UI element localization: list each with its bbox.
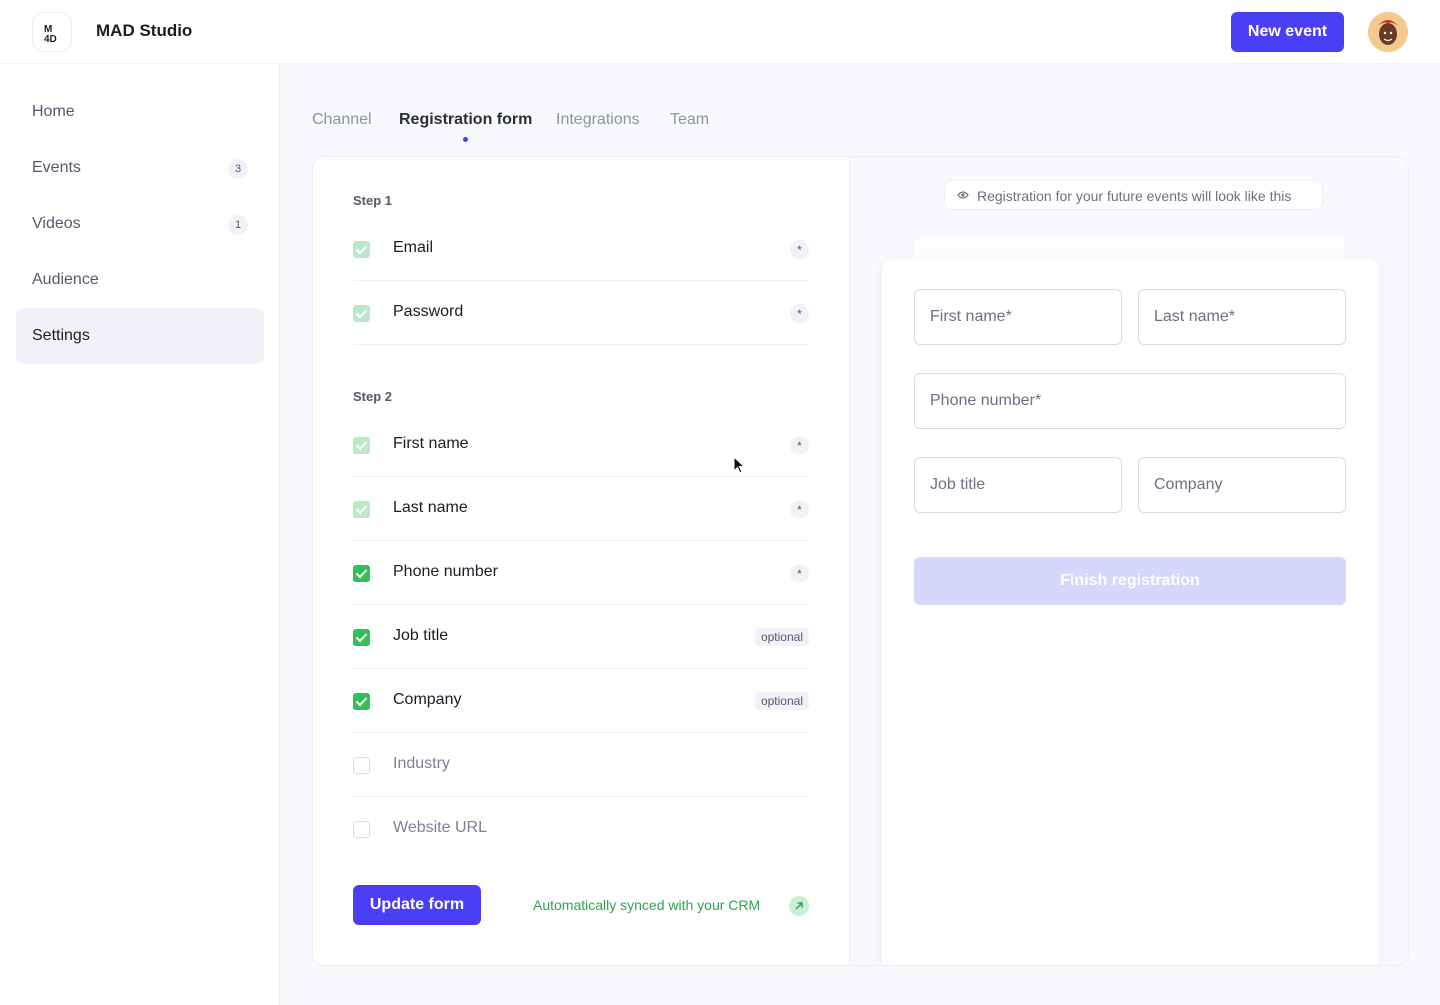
avatar[interactable]	[1368, 12, 1408, 52]
sidebar-item-label: Videos	[32, 215, 81, 232]
finish-registration-button[interactable]: Finish registration	[914, 557, 1346, 605]
email-checkbox	[353, 241, 370, 258]
mad-logo-icon[interactable]: M 4D	[32, 12, 72, 52]
svg-text:4D: 4D	[44, 34, 57, 45]
field-row-phone-number: Phone number *	[353, 541, 809, 605]
app-title: MAD Studio	[96, 21, 193, 40]
field-row-job-title: Job title optional	[353, 605, 809, 669]
tab-registration-form[interactable]: Registration form	[399, 111, 532, 129]
required-badge: *	[790, 304, 809, 323]
count-badge: 3	[228, 159, 248, 179]
sidebar-item-label: Home	[32, 103, 75, 120]
required-toggle[interactable]: *	[790, 564, 809, 583]
first-name-field[interactable]: First name*	[914, 289, 1122, 345]
sidebar-item-label: Audience	[32, 271, 99, 288]
field-label: Website URL	[393, 819, 487, 836]
preview-note: Registration for your future events will…	[944, 180, 1323, 210]
step-1-label: Step 1	[353, 193, 393, 208]
field-label: Job title	[393, 627, 449, 644]
password-checkbox	[353, 305, 370, 322]
sidebar-item-label: Settings	[32, 327, 90, 344]
external-link-icon[interactable]	[789, 896, 809, 916]
sidebar-item-events[interactable]: Events 3	[16, 140, 264, 196]
sidebar-item-audience[interactable]: Audience	[16, 252, 264, 308]
sidebar-item-label: Events	[32, 159, 81, 176]
field-label: Email	[393, 239, 434, 256]
field-row-company: Company optional	[353, 669, 809, 733]
crm-sync-status: Automatically synced with your CRM	[533, 897, 761, 913]
job-title-field[interactable]: Job title	[914, 457, 1122, 513]
placeholder: Phone number*	[930, 392, 1042, 409]
field-label: Company	[393, 691, 462, 708]
preview-pane: Registration for your future events will…	[849, 157, 1408, 965]
field-row-industry: Industry	[353, 733, 809, 797]
top-header: M 4D MAD Studio New event	[0, 0, 1440, 64]
phone-number-field[interactable]: Phone number*	[914, 373, 1346, 429]
new-event-button[interactable]: New event	[1231, 12, 1344, 52]
step-2-label: Step 2	[353, 389, 393, 404]
field-label: First name	[393, 435, 469, 452]
placeholder: Job title	[930, 476, 986, 493]
placeholder: Last name*	[1154, 308, 1235, 325]
cursor-icon	[733, 456, 746, 474]
tab-team[interactable]: Team	[670, 111, 709, 129]
company-field[interactable]: Company	[1138, 457, 1346, 513]
sidebar-item-videos[interactable]: Videos 1	[16, 196, 264, 252]
field-label: Phone number	[393, 563, 498, 580]
field-label: Industry	[393, 755, 450, 772]
sidebar-item-home[interactable]: Home	[16, 84, 264, 140]
phone-number-checkbox[interactable]	[353, 565, 370, 582]
eye-icon	[957, 191, 969, 199]
placeholder: First name*	[930, 308, 1012, 325]
last-name-checkbox	[353, 501, 370, 518]
required-badge: *	[790, 240, 809, 259]
field-row-last-name: Last name *	[353, 477, 809, 541]
job-title-checkbox[interactable]	[353, 629, 370, 646]
optional-toggle[interactable]: optional	[754, 692, 809, 710]
field-row-website-url: Website URL	[353, 797, 809, 861]
last-name-field[interactable]: Last name*	[1138, 289, 1346, 345]
company-checkbox[interactable]	[353, 693, 370, 710]
field-row-password: Password *	[353, 281, 809, 345]
placeholder: Company	[1154, 476, 1223, 493]
sidebar: Home Events 3 Videos 1 Audience Settings	[0, 64, 280, 1005]
field-label: Last name	[393, 499, 468, 516]
preview-note-text: Registration for your future events will…	[977, 188, 1292, 204]
industry-checkbox[interactable]	[353, 757, 370, 774]
optional-toggle[interactable]: optional	[754, 628, 809, 646]
active-tab-indicator	[463, 137, 468, 142]
preview-form-card: First name* Last name* Phone number* Job…	[882, 259, 1379, 965]
registration-form-card: Step 1 Email * Password * Step 2 First n…	[312, 156, 1409, 966]
field-row-email: Email *	[353, 217, 809, 281]
first-name-checkbox	[353, 437, 370, 454]
required-badge: *	[790, 436, 809, 455]
field-label: Password	[393, 303, 464, 320]
tab-integrations[interactable]: Integrations	[556, 111, 640, 129]
update-form-button[interactable]: Update form	[353, 885, 481, 925]
count-badge: 1	[228, 215, 248, 235]
required-badge: *	[790, 500, 809, 519]
tab-channel[interactable]: Channel	[312, 111, 372, 129]
sidebar-item-settings[interactable]: Settings	[16, 308, 264, 364]
website-url-checkbox[interactable]	[353, 821, 370, 838]
